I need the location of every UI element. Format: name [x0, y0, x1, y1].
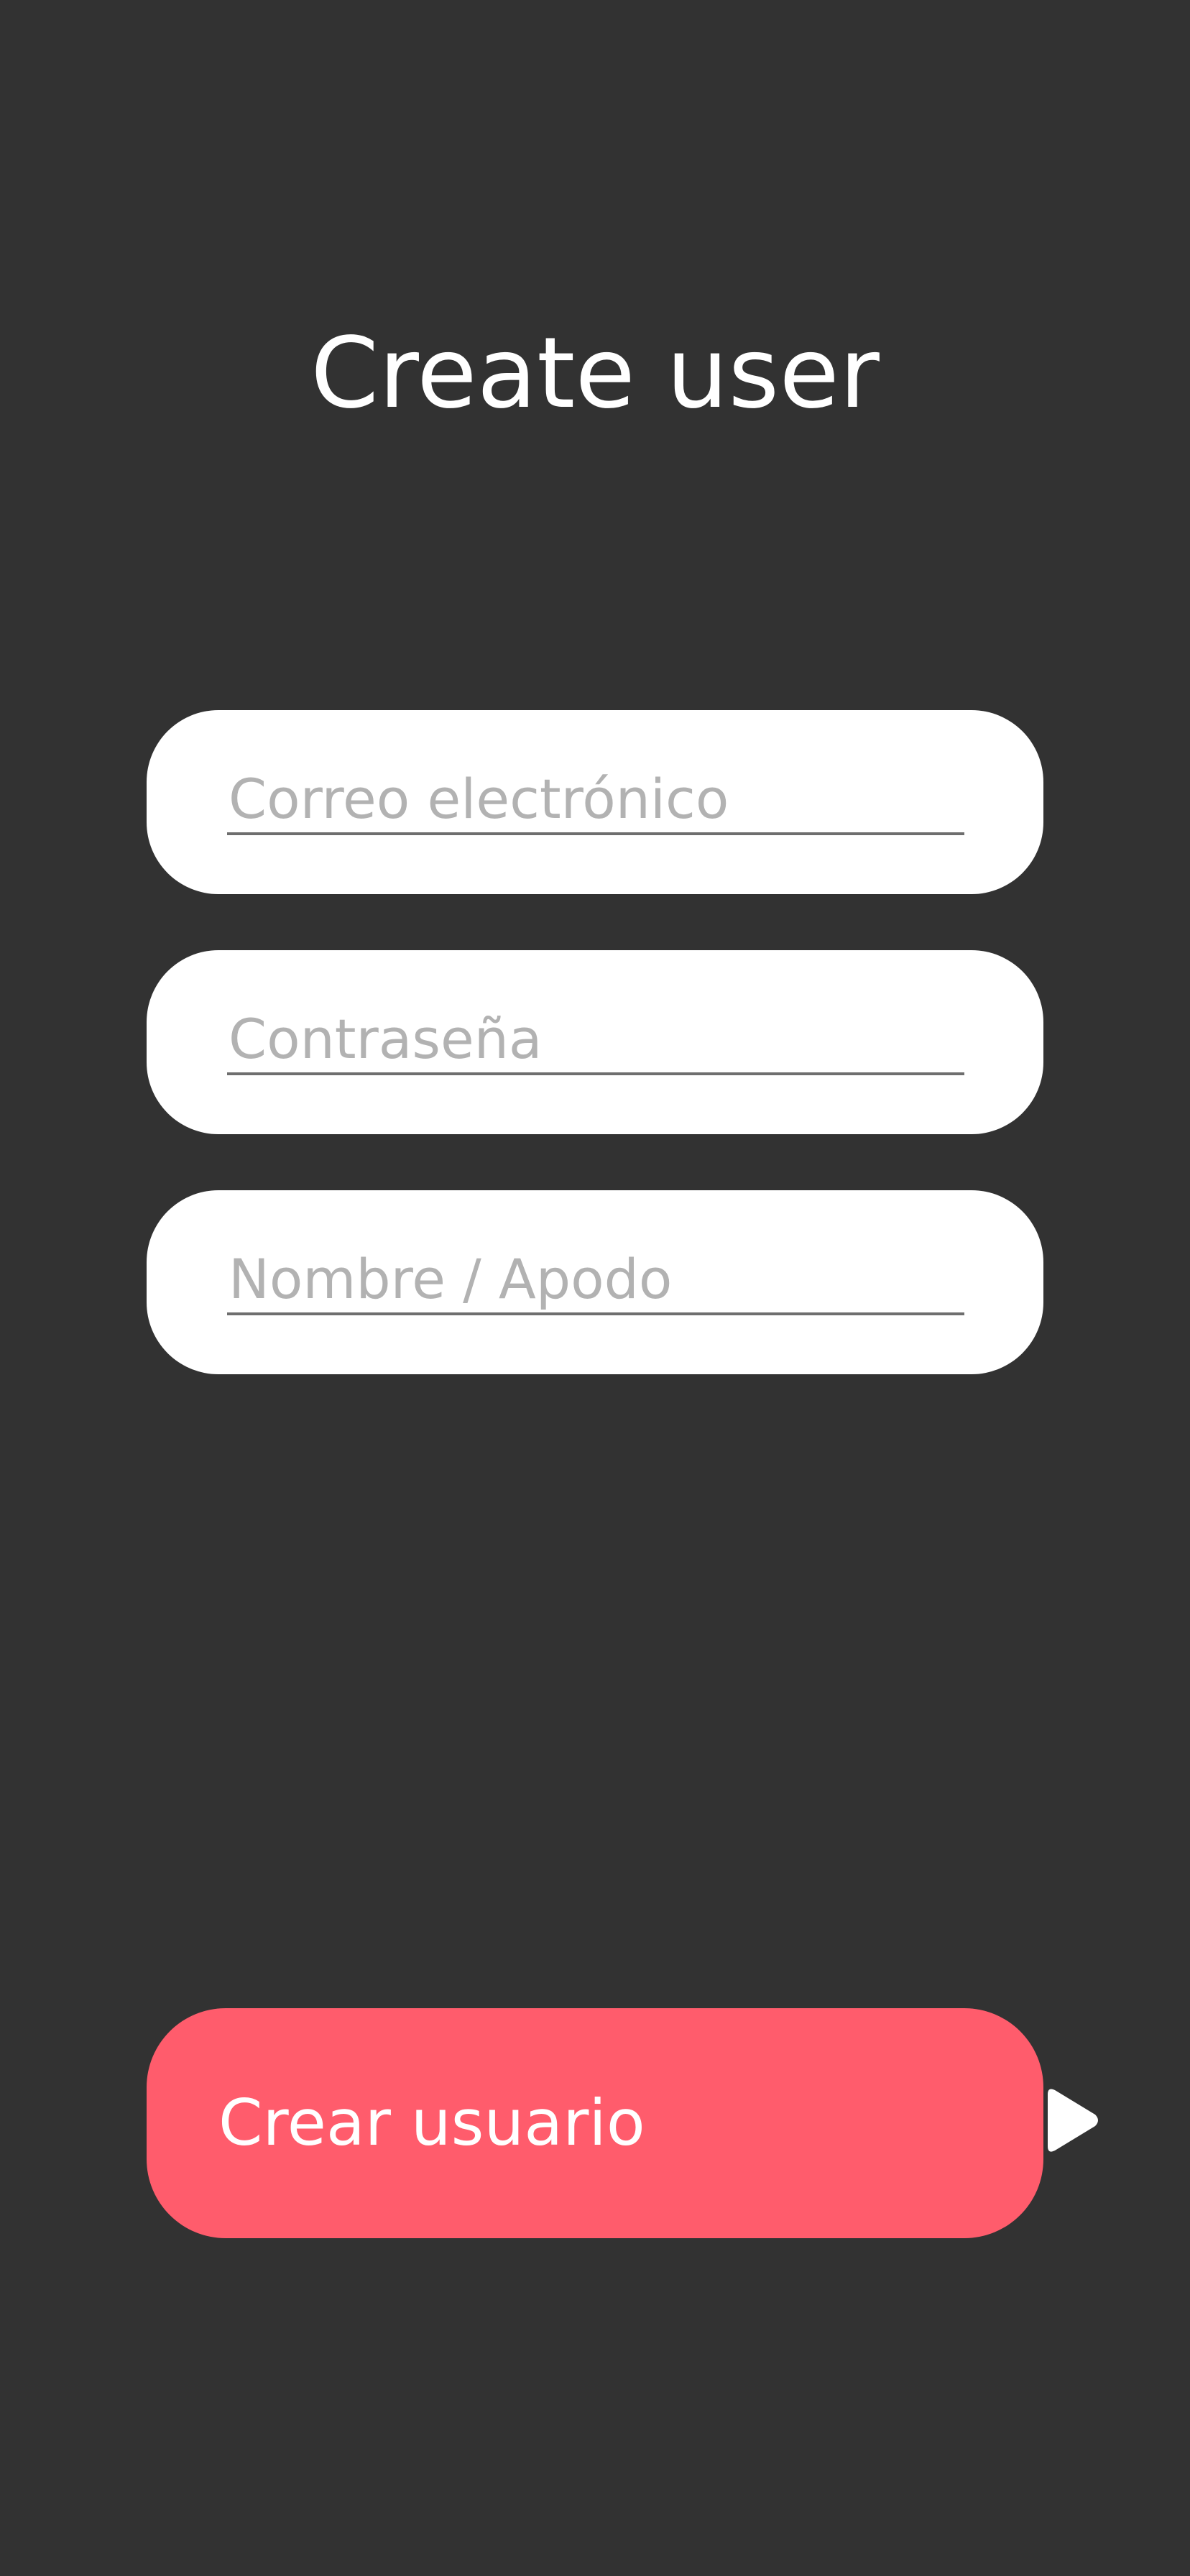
email-field-container	[147, 710, 1043, 894]
create-user-screen: Create user Crear usuario	[0, 0, 1190, 2576]
page-title: Create user	[310, 317, 880, 431]
nickname-input[interactable]	[227, 1245, 964, 1315]
play-icon	[1045, 2086, 1102, 2155]
create-user-button-label: Crear usuario	[218, 2086, 645, 2160]
password-field-container	[147, 950, 1043, 1134]
create-user-button[interactable]: Crear usuario	[147, 2008, 1098, 2238]
nickname-field-container	[147, 1190, 1043, 1374]
email-input[interactable]	[227, 765, 964, 835]
password-input[interactable]	[227, 1005, 964, 1075]
